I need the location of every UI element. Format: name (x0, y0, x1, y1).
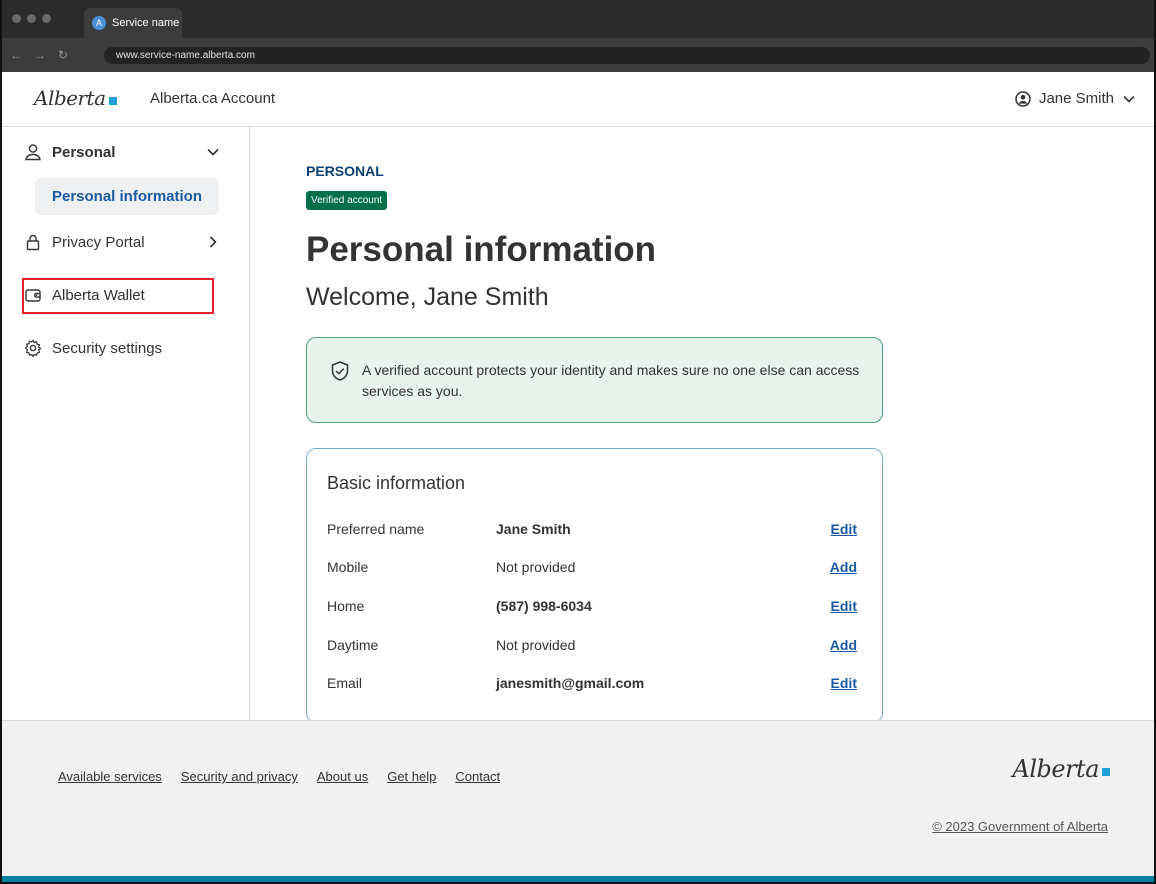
window-frame (0, 0, 1156, 884)
